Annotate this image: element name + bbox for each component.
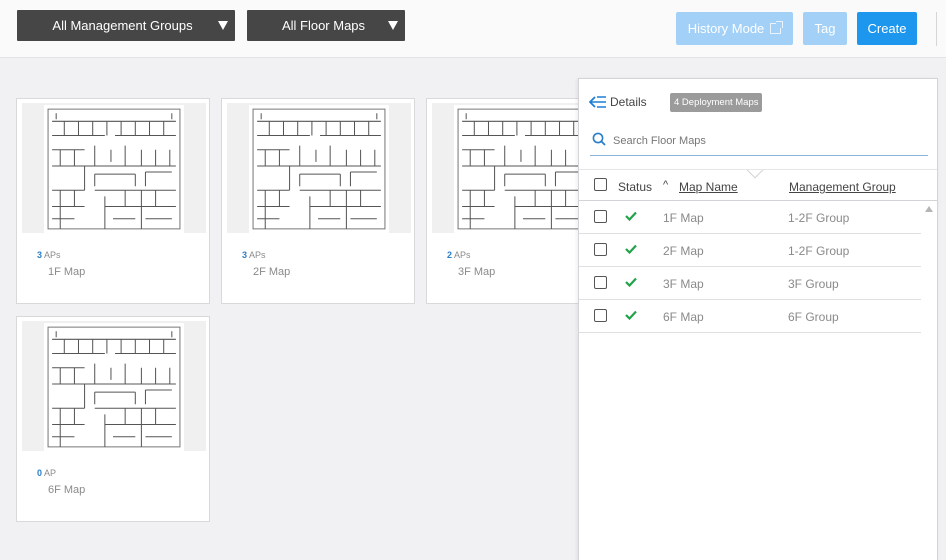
row-checkbox[interactable] xyxy=(594,309,607,322)
details-panel: Details 4 Deployment Maps Status ^ Map N… xyxy=(578,78,938,560)
status-ok-icon xyxy=(625,244,637,254)
search-input[interactable] xyxy=(613,130,913,152)
column-map-name[interactable]: Map Name xyxy=(679,180,738,194)
floor-map-name: 3F Map xyxy=(458,266,496,278)
table-row[interactable]: 2F Map 1-2F Group xyxy=(579,234,921,267)
group-cell: 1-2F Group xyxy=(788,211,850,225)
table-row[interactable]: 3F Map 3F Group xyxy=(579,267,921,300)
toolbar-divider xyxy=(936,12,937,46)
tag-label: Tag xyxy=(814,21,836,36)
floor-map-name: 2F Map xyxy=(253,266,291,278)
floor-map-thumbnail xyxy=(22,103,206,233)
floor-map-card-1f[interactable]: 3 APs 1F Map xyxy=(16,98,210,304)
group-cell: 6F Group xyxy=(788,310,839,324)
ap-count: 0 AP xyxy=(37,468,57,478)
management-groups-label: All Management Groups xyxy=(52,18,193,33)
floor-plan-image xyxy=(44,323,184,451)
group-cell: 1-2F Group xyxy=(788,244,850,258)
history-mode-label: History Mode xyxy=(687,21,765,36)
table-header: Status ^ Map Name Management Group xyxy=(579,169,937,201)
floor-maps-dropdown[interactable]: All Floor Maps xyxy=(247,10,405,41)
map-name-cell: 3F Map xyxy=(663,277,704,291)
floor-plan-image xyxy=(454,105,594,233)
details-title: Details xyxy=(610,95,647,109)
deployment-maps-badge: 4 Deployment Maps xyxy=(670,93,763,112)
ap-count: 2 APs xyxy=(447,250,471,260)
floor-map-name: 6F Map xyxy=(48,484,86,496)
table-row[interactable]: 6F Map 6F Group xyxy=(579,300,921,333)
external-link-icon xyxy=(770,21,784,34)
create-label: Create xyxy=(867,21,907,36)
floor-map-card-2f[interactable]: 3 APs 2F Map xyxy=(221,98,415,304)
map-name-cell: 1F Map xyxy=(663,211,704,225)
column-management-group[interactable]: Management Group xyxy=(789,180,896,194)
history-mode-button[interactable]: History Mode xyxy=(676,12,793,45)
floor-map-thumbnail xyxy=(227,103,411,233)
caret-down-icon xyxy=(388,21,398,30)
row-checkbox[interactable] xyxy=(594,243,607,256)
floor-plan-image xyxy=(44,105,184,233)
row-checkbox[interactable] xyxy=(594,210,607,223)
search-floor-maps xyxy=(590,126,928,156)
status-ok-icon xyxy=(625,211,637,221)
scroll-up-arrow-icon[interactable] xyxy=(925,206,933,212)
collapse-panel-icon[interactable] xyxy=(589,95,607,109)
caret-down-icon xyxy=(218,21,228,30)
floor-map-thumbnail xyxy=(22,321,206,451)
create-button[interactable]: Create xyxy=(857,12,917,45)
top-toolbar: All Management Groups All Floor Maps His… xyxy=(0,0,946,58)
table-row[interactable]: 1F Map 1-2F Group xyxy=(579,201,921,234)
column-status[interactable]: Status xyxy=(618,180,652,194)
status-ok-icon xyxy=(625,310,637,320)
map-name-cell: 6F Map xyxy=(663,310,704,324)
search-icon xyxy=(592,132,606,146)
floor-maps-label: All Floor Maps xyxy=(281,18,366,33)
floor-map-name: 1F Map xyxy=(48,266,86,278)
tag-button[interactable]: Tag xyxy=(803,12,847,45)
management-groups-dropdown[interactable]: All Management Groups xyxy=(17,10,235,41)
floor-map-card-6f[interactable]: 0 AP 6F Map xyxy=(16,316,210,522)
map-name-cell: 2F Map xyxy=(663,244,704,258)
floor-plan-image xyxy=(249,105,389,233)
row-checkbox[interactable] xyxy=(594,276,607,289)
select-all-checkbox[interactable] xyxy=(594,178,607,191)
group-cell: 3F Group xyxy=(788,277,839,291)
sort-ascending-icon: ^ xyxy=(663,179,669,191)
ap-count: 3 APs xyxy=(242,250,266,260)
status-ok-icon xyxy=(625,277,637,287)
ap-count: 3 APs xyxy=(37,250,61,260)
